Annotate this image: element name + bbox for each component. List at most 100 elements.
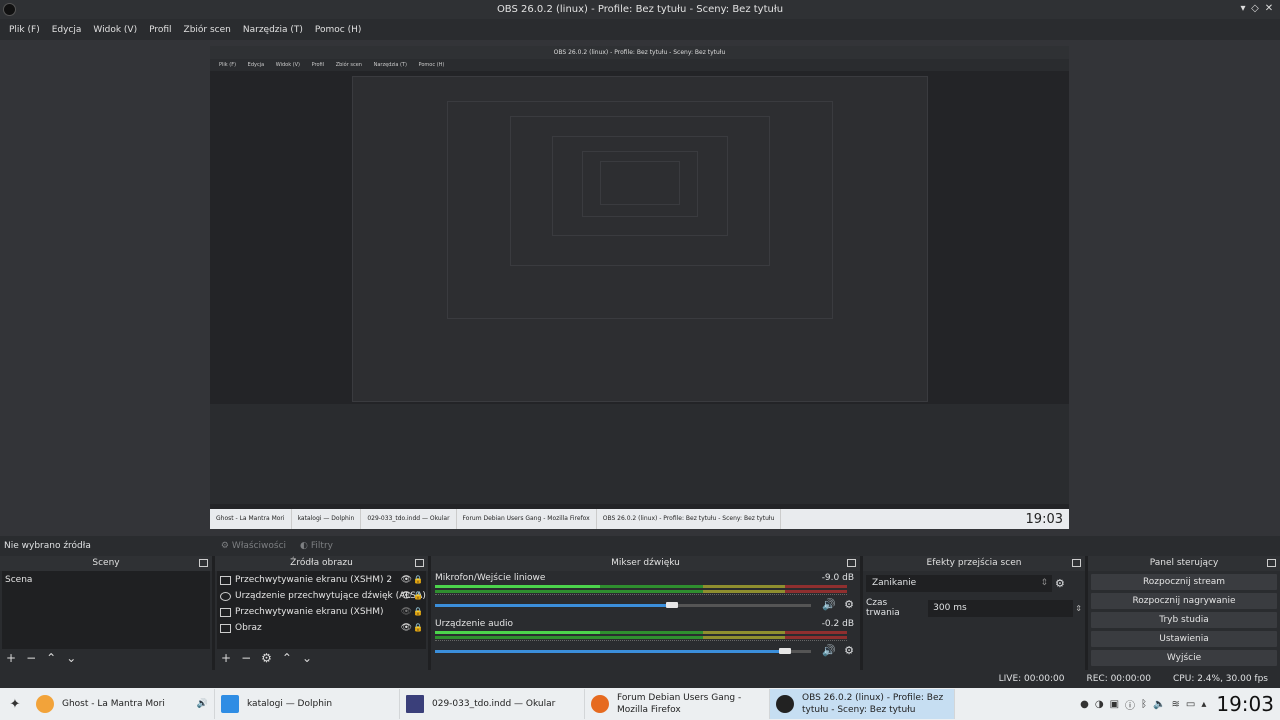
- preview-menubar: Plik (F) Edycja Widok (V) Profil Zbiór s…: [210, 59, 1069, 71]
- clock[interactable]: 19:03: [1216, 692, 1274, 716]
- remove-source-button[interactable]: −: [241, 651, 251, 665]
- start-streaming-button[interactable]: Rozpocznij stream: [1091, 574, 1277, 590]
- speaker-icon[interactable]: 🔊: [822, 644, 836, 657]
- player-icon: [36, 695, 54, 713]
- channel-name: Mikrofon/Wejście liniowe: [435, 573, 546, 583]
- volume-slider-handle[interactable]: [779, 648, 791, 654]
- sources-toolbar: + − ⚙ ⌃ ⌄: [215, 649, 428, 667]
- obs-logo-icon: [3, 3, 16, 16]
- gear-icon: ⚙: [220, 541, 229, 551]
- float-dock-icon[interactable]: [1072, 559, 1081, 567]
- preview-taskbar: Ghost - La Mantra Mori katalogi — Dolphi…: [210, 509, 1069, 529]
- bluetooth-icon[interactable]: ᛒ: [1141, 699, 1147, 710]
- wifi-icon[interactable]: ≋: [1171, 699, 1179, 710]
- app-launcher-icon[interactable]: ✦: [0, 688, 30, 720]
- move-up-button[interactable]: ⌃: [282, 651, 292, 665]
- scene-item[interactable]: Scena: [2, 572, 210, 588]
- task-obs[interactable]: OBS 26.0.2 (linux) - Profile: Bez tytułu…: [770, 689, 955, 719]
- lock-icon[interactable]: 🔒: [413, 588, 423, 604]
- source-item[interactable]: Obraz 👁 🔒: [217, 620, 426, 636]
- menu-tools[interactable]: Narzędzia (T): [237, 25, 309, 35]
- task-firefox[interactable]: Forum Debian Users Gang - Mozilla Firefo…: [585, 689, 770, 719]
- preview-area[interactable]: OBS 26.0.2 (linux) - Profile: Bez tytułu…: [0, 40, 1280, 536]
- transition-select-row: Zanikanie ⇕ ⚙: [863, 571, 1085, 596]
- volume-slider-track[interactable]: [672, 604, 811, 607]
- exit-button[interactable]: Wyjście: [1091, 650, 1277, 666]
- float-dock-icon[interactable]: [847, 559, 856, 567]
- source-properties-gear-icon[interactable]: ⚙: [261, 651, 272, 665]
- gear-icon[interactable]: ⚙: [844, 598, 854, 611]
- lock-icon[interactable]: 🔒: [413, 604, 423, 620]
- status-bar: LIVE: 00:00:00 REC: 00:00:00 CPU: 2.4%, …: [0, 670, 1280, 688]
- transitions-header: Efekty przejścia scen: [863, 556, 1085, 571]
- float-dock-icon[interactable]: [1267, 559, 1276, 567]
- lock-icon[interactable]: 🔒: [413, 620, 423, 636]
- cpu-status: CPU: 2.4%, 30.00 fps: [1173, 674, 1268, 684]
- studio-mode-button[interactable]: Tryb studia: [1091, 612, 1277, 628]
- task-ghost[interactable]: Ghost - La Mantra Mori 🔊: [30, 689, 215, 719]
- channel-name: Urządzenie audio: [435, 619, 514, 629]
- clipboard-icon[interactable]: ▣: [1110, 699, 1119, 710]
- menu-profile[interactable]: Profil: [143, 25, 177, 35]
- visibility-icon[interactable]: 👁: [401, 572, 412, 588]
- menu-edit[interactable]: Edycja: [46, 25, 88, 35]
- audio-playing-icon[interactable]: 🔊: [197, 699, 208, 709]
- add-source-button[interactable]: +: [221, 651, 231, 665]
- close-button[interactable]: ✕: [1262, 2, 1276, 16]
- settings-button[interactable]: Ustawienia: [1091, 631, 1277, 647]
- source-item[interactable]: Urządzenie przechwytujące dźwięk (ALSA) 👁…: [217, 588, 426, 604]
- preview-clock: 19:03: [1025, 511, 1063, 527]
- mixer-channel-mic: Mikrofon/Wejście liniowe -9.0 dB 🔊 ⚙: [431, 571, 860, 617]
- volume-icon[interactable]: 🔈: [1153, 699, 1165, 710]
- move-up-button[interactable]: ⌃: [46, 651, 56, 665]
- volume-slider-handle[interactable]: [666, 602, 678, 608]
- updates-icon[interactable]: ⓘ: [1125, 697, 1135, 712]
- move-down-button[interactable]: ⌄: [66, 651, 76, 665]
- filters-button[interactable]: ◐ Filtry: [300, 541, 333, 551]
- spin-arrows-icon[interactable]: ⇕: [1075, 604, 1082, 613]
- float-dock-icon[interactable]: [199, 559, 208, 567]
- menu-file[interactable]: Plik (F): [3, 25, 46, 35]
- add-scene-button[interactable]: +: [6, 651, 16, 665]
- task-dolphin[interactable]: katalogi — Dolphin: [215, 689, 400, 719]
- gear-icon[interactable]: ⚙: [844, 644, 854, 657]
- visibility-icon[interactable]: 👁: [401, 604, 412, 620]
- properties-button[interactable]: ⚙ Właściwości: [221, 541, 286, 551]
- duration-label: Czas trwania: [866, 598, 900, 618]
- no-source-label: Nie wybrano źródła: [4, 541, 91, 551]
- menu-help[interactable]: Pomoc (H): [309, 25, 368, 35]
- menu-scene-collection[interactable]: Zbiór scen: [178, 25, 237, 35]
- mixer-dock: Mikser dźwięku Mikrofon/Wejście liniowe …: [431, 556, 860, 670]
- meter-scale: [435, 640, 847, 644]
- battery-icon[interactable]: ▭: [1186, 699, 1195, 710]
- volume-meter: [435, 590, 847, 593]
- source-item[interactable]: Przechwytywanie ekranu (XSHM) 2 👁 🔒: [217, 572, 426, 588]
- volume-slider-fill[interactable]: [435, 650, 785, 653]
- maximize-button[interactable]: ◇: [1248, 2, 1262, 16]
- gear-icon[interactable]: ⚙: [1055, 577, 1065, 590]
- tray-expand-icon[interactable]: ▴: [1201, 699, 1206, 710]
- filter-icon: ◐: [300, 541, 308, 551]
- source-item[interactable]: Przechwytywanie ekranu (XSHM) 👁 🔒: [217, 604, 426, 620]
- steam-icon[interactable]: ●: [1080, 699, 1089, 710]
- preview-docks: [210, 404, 1069, 504]
- speaker-icon[interactable]: 🔊: [822, 598, 836, 611]
- duration-spinbox[interactable]: 300 ms: [928, 599, 1074, 617]
- transition-select[interactable]: Zanikanie ⇕: [866, 575, 1052, 592]
- task-okular[interactable]: 029-033_tdo.indd — Okular: [400, 689, 585, 719]
- system-tray: ● ◑ ▣ ⓘ ᛒ 🔈 ≋ ▭ ▴ 19:03: [1080, 692, 1280, 716]
- remove-scene-button[interactable]: −: [26, 651, 36, 665]
- float-dock-icon[interactable]: [415, 559, 424, 567]
- window-titlebar: OBS 26.0.2 (linux) - Profile: Bez tytułu…: [0, 0, 1280, 19]
- lock-icon[interactable]: 🔒: [413, 572, 423, 588]
- volume-meter: [435, 636, 847, 639]
- menu-view[interactable]: Widok (V): [87, 25, 143, 35]
- volume-slider-fill[interactable]: [435, 604, 672, 607]
- transitions-dock: Efekty przejścia scen Zanikanie ⇕ ⚙ Czas …: [863, 556, 1085, 670]
- network-icon[interactable]: ◑: [1095, 699, 1104, 710]
- visibility-icon[interactable]: 👁: [401, 620, 412, 636]
- move-down-button[interactable]: ⌄: [302, 651, 312, 665]
- start-recording-button[interactable]: Rozpocznij nagrywanie: [1091, 593, 1277, 609]
- sources-header: Źródła obrazu: [215, 556, 428, 571]
- visibility-icon[interactable]: 👁: [401, 588, 412, 604]
